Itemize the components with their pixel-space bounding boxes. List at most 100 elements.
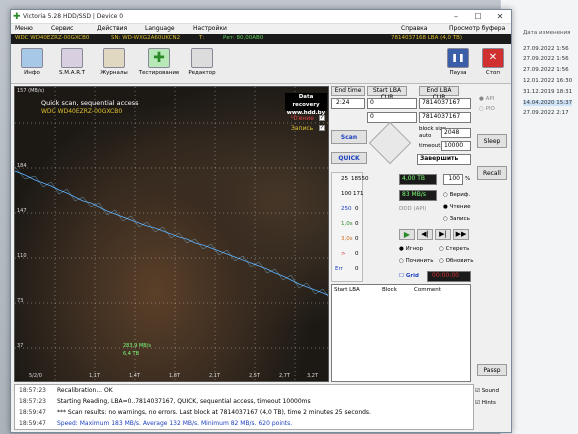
cur-lba-field[interactable]: 0 xyxy=(367,112,417,123)
y-tick: 147 xyxy=(17,208,27,214)
file-date-selected[interactable]: 14.04.2020 15:37 xyxy=(523,100,573,106)
col-comment[interactable]: Comment xyxy=(414,287,441,293)
scan-panel: End time Start LBA CUR End LBA CUR 2:24 … xyxy=(331,86,474,382)
x-tick: 5/2/0 xyxy=(29,373,42,379)
pause-button[interactable]: ❚❚ Пауза xyxy=(443,46,473,82)
count-value: 0 xyxy=(355,266,359,272)
play-button[interactable]: ▶ xyxy=(399,229,415,240)
timeout-field[interactable]: 10000 xyxy=(441,141,471,151)
x-tick: 2,7T xyxy=(279,373,291,379)
max-lba-field[interactable]: 7814037167 xyxy=(419,112,471,123)
col-block[interactable]: Block xyxy=(382,287,397,293)
col-start-lba[interactable]: Start LBA xyxy=(334,287,360,293)
hints-checkbox[interactable]: ☑ Hints xyxy=(475,400,496,406)
x-tick: 1,4T xyxy=(129,373,141,379)
fix-radio[interactable]: ○ Починить xyxy=(399,258,434,264)
start-lba-label[interactable]: Start LBA CUR xyxy=(367,86,407,101)
y-tick: 37 xyxy=(17,343,24,349)
file-date[interactable]: 12.01.2022 16:30 xyxy=(523,78,572,84)
step-icon[interactable]: ▶| xyxy=(435,229,451,240)
graph-model: WDC WD40EZRZ-00GXCB0 xyxy=(41,108,123,115)
block-size-select[interactable]: 2048 xyxy=(441,128,471,138)
file-date[interactable]: 27.09.2022 1:56 xyxy=(523,67,569,73)
count-value: 18550 xyxy=(351,176,369,182)
y-tick: 73 xyxy=(17,298,24,304)
file-date[interactable]: 27.09.2022 1:56 xyxy=(523,56,569,62)
device-lba: 7814037168 LBA (4,0 TB) xyxy=(391,35,463,41)
victoria-window: ✚ Victoria 5.28 HDD/SSD | Device 0 – ☐ ✕… xyxy=(10,9,512,433)
ddd-api[interactable]: DDD (API) xyxy=(399,206,426,212)
verify-radio[interactable]: ○ Вериф. xyxy=(443,192,470,198)
log-line: 18:59:47 *** Scan results: no warnings, n… xyxy=(19,409,371,416)
speed-display: 83 MB/s xyxy=(399,190,437,201)
refresh-radio[interactable]: ○ Обновить xyxy=(439,258,474,264)
maximize-icon[interactable]: ☐ xyxy=(467,11,489,23)
close-icon[interactable]: ✕ xyxy=(489,11,511,23)
percent-display: 100 xyxy=(443,174,463,185)
file-date[interactable]: 27.09.2022 1:56 xyxy=(523,46,569,52)
write-legend: Запись xyxy=(291,125,314,132)
write-checkbox[interactable]: ✓ xyxy=(319,125,325,131)
count-tier: Err xyxy=(335,266,343,272)
passp-button[interactable]: Passp xyxy=(477,364,507,376)
stop-button[interactable]: ✕ Стоп xyxy=(477,46,509,82)
quick-button[interactable]: QUICK xyxy=(331,152,367,164)
timer-display: 00:00:00 xyxy=(427,271,471,282)
logs-button[interactable]: Журналы xyxy=(93,46,135,82)
smart-button[interactable]: S.M.A.R.T xyxy=(51,46,93,82)
graph-size: 6,4 TB xyxy=(123,351,140,357)
direction-pad[interactable] xyxy=(368,121,412,165)
x-tick: 3,2T xyxy=(307,373,319,379)
file-date[interactable]: 27.09.2022 2:17 xyxy=(523,110,569,116)
scan-button[interactable]: Scan xyxy=(331,130,367,144)
x-tick: 2,1T xyxy=(209,373,221,379)
pio-radio[interactable]: ○ PIO xyxy=(479,106,495,112)
menu-service[interactable]: Сервис xyxy=(51,25,73,32)
end-time-label[interactable]: End time xyxy=(331,86,365,96)
end-lba-label[interactable]: End LBA CUR xyxy=(419,86,459,101)
auto-label: auto xyxy=(419,133,432,139)
x-tick: 1,1T xyxy=(89,373,101,379)
read-radio[interactable]: ● Чтение xyxy=(443,204,470,210)
testing-button[interactable]: ✚ Тестирование xyxy=(135,46,183,82)
editor-icon xyxy=(191,48,213,68)
minimize-icon[interactable]: – xyxy=(445,11,467,23)
y-tick: 184 xyxy=(17,163,27,169)
write-radio[interactable]: ○ Запись xyxy=(443,216,470,222)
graph-speed: 283,9 MB/s xyxy=(123,343,151,349)
read-checkbox[interactable]: ✓ xyxy=(319,115,325,121)
end-time-field[interactable]: 2:24 xyxy=(331,98,365,109)
sound-checkbox[interactable]: ☑ Sound xyxy=(475,388,499,394)
count-tier: 3,0s xyxy=(341,236,353,242)
menu-help[interactable]: Справка xyxy=(401,25,427,32)
file-date[interactable]: 31.12.2019 18:31 xyxy=(523,89,572,95)
menu-actions[interactable]: Действия xyxy=(97,25,127,32)
menu-main[interactable]: Меню xyxy=(15,25,33,32)
menu-settings[interactable]: Настройки xyxy=(193,25,227,32)
app-icon: ✚ xyxy=(13,12,21,22)
info-button[interactable]: Инфо xyxy=(11,46,53,82)
start-lba-field[interactable]: 0 xyxy=(367,98,417,109)
menu-buffer[interactable]: Просмотр буфера xyxy=(449,25,505,32)
graph-title: Quick scan, sequential access xyxy=(41,99,139,107)
sleep-button[interactable]: Sleep xyxy=(477,134,507,148)
log-line: 18:57:23 Starting Reading, LBA=0..7814037… xyxy=(19,398,311,405)
size-display: 4,00 TB xyxy=(399,174,437,185)
end-lba-field[interactable]: 7814037167 xyxy=(419,98,471,109)
rewind-icon[interactable]: ◀| xyxy=(417,229,433,240)
count-value: 0 xyxy=(355,236,359,242)
editor-button[interactable]: Редактор xyxy=(181,46,223,82)
column-header[interactable]: Дата изменения xyxy=(523,30,570,36)
count-tier: 100 xyxy=(341,191,352,197)
erase-radio[interactable]: ○ Стереть xyxy=(439,246,469,252)
menu-language[interactable]: Language xyxy=(145,25,175,32)
grid-checkbox[interactable]: ☐ Grid xyxy=(399,273,419,279)
recall-button[interactable]: Recall xyxy=(477,166,507,180)
ignore-radio[interactable]: ● Игнор xyxy=(399,246,423,252)
count-value: 0 xyxy=(355,251,359,257)
end-icon[interactable]: ▶▶ xyxy=(453,229,469,240)
device-hours: Рет: 80,00АВ0 xyxy=(223,35,264,41)
device-bar: WDC WD40EZRZ-00GXCB0 SN: WD-WXG2A60UKCN2… xyxy=(11,34,511,44)
api-radio[interactable]: ● API xyxy=(479,96,494,102)
action-select[interactable]: Завершить xyxy=(417,154,471,165)
